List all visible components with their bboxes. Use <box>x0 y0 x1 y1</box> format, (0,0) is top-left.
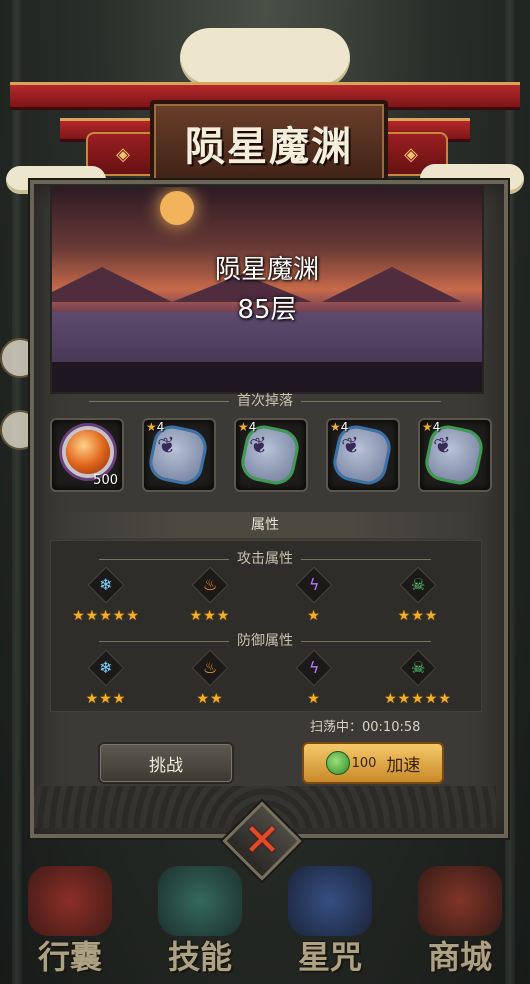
attr-cell: ♨ ★★ <box>160 649 260 707</box>
star-badge: ★4 <box>146 420 165 434</box>
drop-item-rune[interactable]: ❦ ★4 <box>326 418 400 492</box>
star-rating: ★★★ <box>397 608 439 624</box>
nav-label: 技能 <box>167 938 232 976</box>
attack-label: 攻击属性 <box>237 551 293 567</box>
star-badge: ★4 <box>422 420 441 434</box>
orb-icon <box>66 430 110 474</box>
leaf-currency-icon <box>325 751 350 775</box>
attributes-header: 属性 <box>50 512 480 538</box>
attr-cell: ❄ ★★★★★ <box>56 566 156 624</box>
attributes-label: 属性 <box>251 517 279 533</box>
speed-cost: 100 <box>351 755 377 771</box>
attr-cell: ☠ ★★★ <box>368 566 468 624</box>
star-rating: ★★★★★ <box>384 691 452 707</box>
star-badge: ★4 <box>330 420 349 434</box>
attr-cell: ♨ ★★★ <box>160 566 260 624</box>
first-drop-header: 首次掉落 <box>50 390 480 410</box>
nav-item-star-curse[interactable]: 星咒 <box>270 860 390 984</box>
star-rating: ★★★★★ <box>72 608 140 624</box>
cloud-decor <box>180 28 350 88</box>
challenge-button[interactable]: 挑战 <box>98 742 234 784</box>
star-rating: ★ <box>307 608 321 624</box>
sun-decor <box>160 191 194 225</box>
fire-icon: ♨ <box>191 649 229 687</box>
first-drop-label: 首次掉落 <box>237 393 293 409</box>
nav-item-shop[interactable]: 商城 <box>400 860 520 984</box>
stage-scene: 陨星魔渊 85层 <box>50 185 484 394</box>
lightning-icon: ϟ <box>295 649 333 687</box>
star-rating: ★ <box>307 691 321 707</box>
item-count: 500 <box>93 473 118 488</box>
stage-floor: 85层 <box>237 295 297 325</box>
attr-cell: ☠ ★★★★★ <box>368 649 468 707</box>
nav-label: 商城 <box>427 938 492 976</box>
attr-cell: ❄ ★★★ <box>56 649 156 707</box>
stage-name: 陨星魔渊 <box>214 255 319 285</box>
skull-icon: ☠ <box>399 649 437 687</box>
drop-item-orb[interactable]: 500 <box>50 418 124 492</box>
close-icon: ✕ <box>243 815 281 866</box>
bottom-nav: 行囊 技能 星咒 商城 <box>0 860 530 984</box>
skull-icon: ☠ <box>399 566 437 604</box>
attr-cell: ϟ ★ <box>264 566 364 624</box>
sweep-timer: 扫荡中：00:10:58 <box>310 720 421 735</box>
speed-up-button[interactable]: 100 加速 <box>302 742 444 784</box>
drop-item-rune[interactable]: ❦ ★4 <box>234 418 308 492</box>
drop-item-rune[interactable]: ❦ ★4 <box>418 418 492 492</box>
first-drop-list: 500 ❦ ★4 ❦ ★4 ❦ ★4 ❦ ★4 <box>50 418 492 496</box>
lightning-icon: ϟ <box>295 566 333 604</box>
star-badge: ★4 <box>238 420 257 434</box>
sword-icon <box>158 866 242 936</box>
nav-label: 星咒 <box>297 938 362 976</box>
ground-decor <box>52 362 482 392</box>
attack-row: ❄ ★★★★★ ♨ ★★★ ϟ ★ ☠ ★★★ <box>50 566 480 632</box>
title-board: 陨星魔渊 <box>150 100 388 186</box>
fire-icon: ♨ <box>191 566 229 604</box>
drop-item-rune[interactable]: ❦ ★4 <box>142 418 216 492</box>
star-rating: ★★★ <box>189 608 231 624</box>
scroll-icon <box>288 866 372 936</box>
star-rating: ★★ <box>196 691 224 707</box>
defense-label: 防御属性 <box>237 633 293 649</box>
shop-icon <box>418 866 502 936</box>
ice-icon: ❄ <box>87 649 125 687</box>
nav-item-skills[interactable]: 技能 <box>140 860 260 984</box>
defense-row: ❄ ★★★ ♨ ★★ ϟ ★ ☠ ★★★★★ <box>50 649 480 715</box>
page-title: 陨星魔渊 <box>185 123 353 170</box>
ice-icon: ❄ <box>87 566 125 604</box>
nav-item-bag[interactable]: 行囊 <box>10 860 130 984</box>
nav-label: 行囊 <box>37 938 102 976</box>
challenge-label: 挑战 <box>149 755 183 776</box>
bag-icon <box>28 866 112 936</box>
defense-header: 防御属性 <box>50 630 480 650</box>
attr-cell: ϟ ★ <box>264 649 364 707</box>
speed-label: 加速 <box>386 755 421 776</box>
star-rating: ★★★ <box>85 691 127 707</box>
attack-header: 攻击属性 <box>50 548 480 568</box>
